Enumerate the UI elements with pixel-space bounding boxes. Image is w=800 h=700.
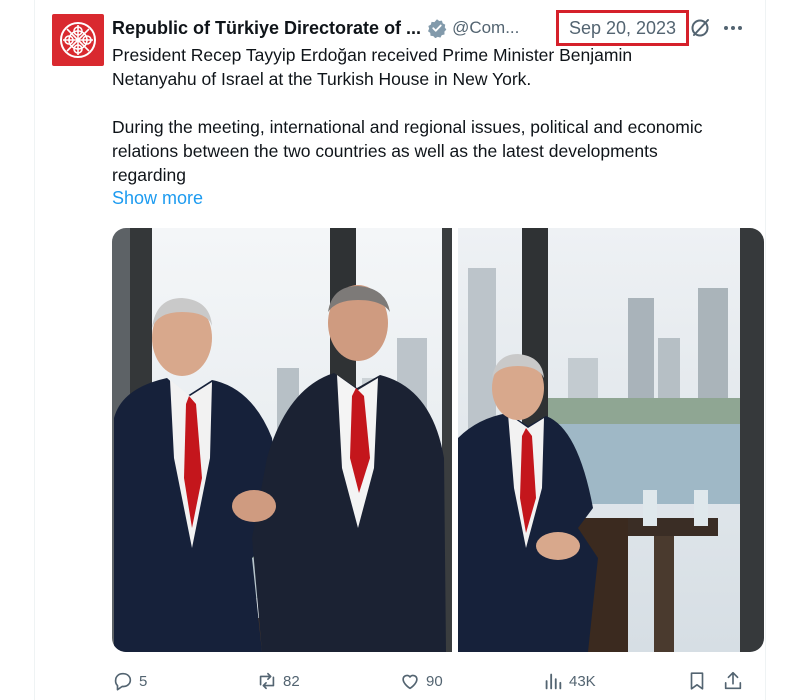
tweet-text: President Recep Tayyip Erdoğan received …	[112, 43, 712, 187]
media-grid	[112, 228, 764, 652]
action-bar: 5 82 90 43K	[112, 668, 752, 694]
post-date-highlight[interactable]: Sep 20, 2023	[556, 10, 689, 46]
tweet-paragraph-1: President Recep Tayyip Erdoğan received …	[112, 45, 633, 89]
post-date[interactable]: Sep 20, 2023	[569, 18, 676, 39]
reply-button[interactable]: 5	[112, 668, 147, 694]
like-count: 90	[426, 672, 443, 690]
views-button[interactable]: 43K	[542, 668, 596, 694]
views-chart-icon	[545, 673, 562, 690]
repost-count: 82	[283, 672, 300, 690]
photo-handshake[interactable]	[112, 228, 452, 652]
author-handle[interactable]: @Com...	[452, 18, 519, 38]
repost-icon	[259, 672, 275, 690]
profile-avatar[interactable]	[52, 14, 104, 66]
share-button[interactable]	[722, 668, 744, 694]
heart-icon	[402, 674, 418, 690]
tweet-paragraph-2: During the meeting, international and re…	[112, 117, 703, 185]
reply-count: 5	[139, 672, 148, 690]
repost-button[interactable]: 82	[256, 668, 300, 694]
grok-icon[interactable]	[690, 16, 712, 40]
more-options-icon[interactable]	[722, 18, 744, 38]
bookmark-button[interactable]	[686, 668, 708, 694]
share-icon	[724, 671, 742, 690]
directorate-logo-icon	[60, 22, 96, 58]
author-name[interactable]: Republic of Türkiye Directorate of ...	[112, 18, 421, 39]
tweet-header: Republic of Türkiye Directorate of ... @…	[112, 14, 519, 42]
show-more-link[interactable]: Show more	[112, 188, 203, 209]
verified-badge-icon[interactable]	[427, 18, 447, 38]
photo-seated[interactable]	[458, 228, 764, 652]
bookmark-icon	[690, 672, 704, 690]
like-button[interactable]: 90	[399, 668, 443, 694]
reply-icon	[114, 672, 132, 691]
view-count: 43K	[569, 672, 596, 690]
